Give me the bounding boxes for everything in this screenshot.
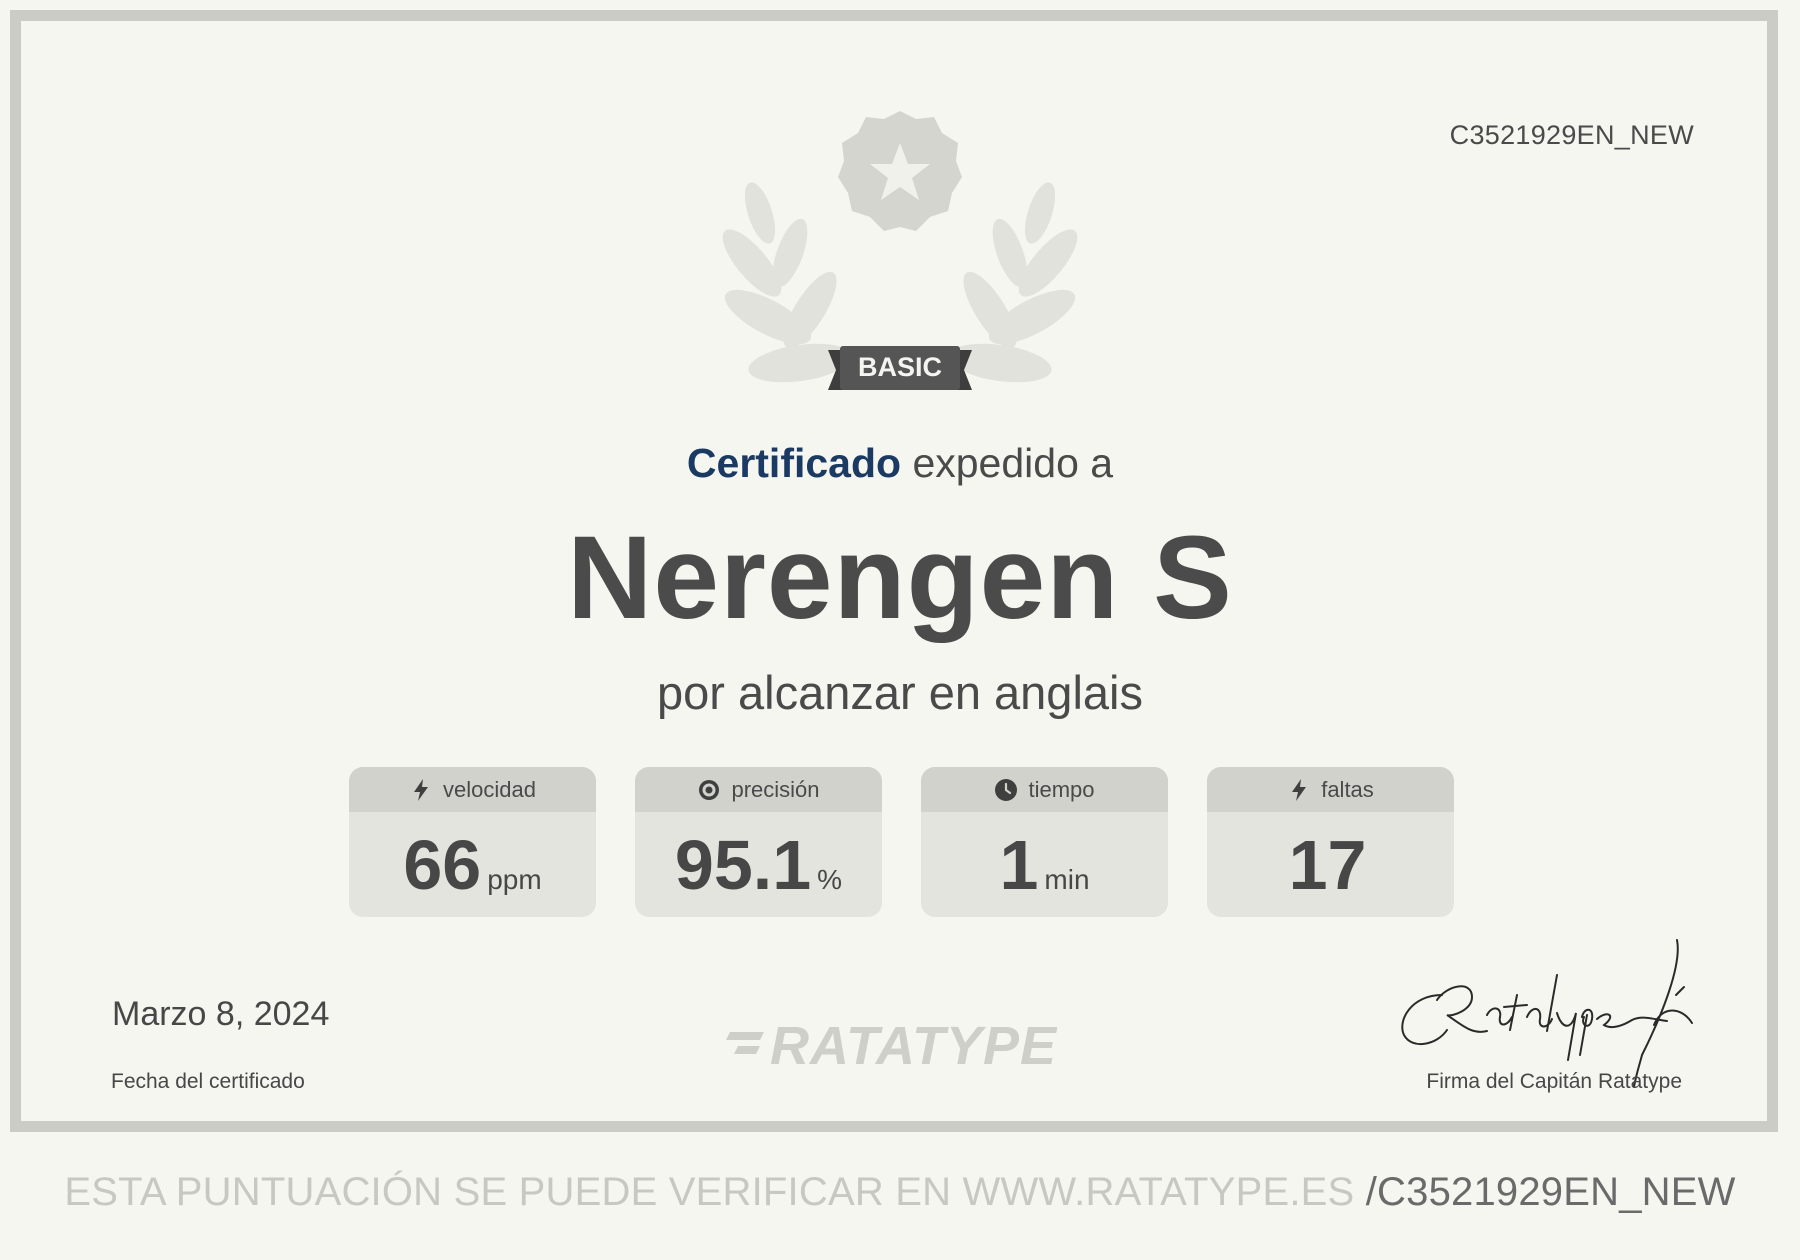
title-strong: Certificado (686, 440, 902, 486)
stat-value: 17 (1288, 826, 1367, 904)
stat-value: 66 (403, 826, 482, 904)
stat-unit: min (1044, 864, 1090, 895)
stat-label: velocidad (443, 776, 536, 802)
stat-unit: % (817, 864, 843, 895)
stat-time: tiempo 1 min (921, 767, 1168, 917)
stat-value: 1 (999, 826, 1039, 904)
title-rest: expedido a (901, 440, 1114, 486)
lightning-icon (1292, 778, 1307, 801)
stat-label: faltas (1321, 776, 1374, 802)
footer-prefix: ESTA PUNTUACIÓN SE PUEDE VERIFICAR EN WW… (64, 1170, 1355, 1214)
verification-footer: ESTA PUNTUACIÓN SE PUEDE VERIFICAR EN WW… (0, 1170, 1800, 1215)
stat-unit: ppm (487, 864, 542, 895)
stat-errors: faltas 17 (1207, 767, 1454, 917)
certificate-id: C3521929EN_NEW (1449, 120, 1694, 150)
logo-text: RATATYPE (770, 1016, 1057, 1076)
achievement-subtitle: por alcanzar en anglais (657, 666, 1143, 719)
signature-label: Firma del Capitán Ratatype (1426, 1070, 1682, 1093)
recipient-name: Nerengen S (567, 512, 1233, 644)
stat-speed: velocidad 66 ppm (349, 767, 596, 917)
stat-label: tiempo (1028, 776, 1095, 802)
level-badge: BASIC (857, 352, 942, 382)
lightning-icon (414, 778, 429, 801)
clock-icon (995, 778, 1018, 801)
certificate-date: Marzo 8, 2024 (112, 995, 330, 1033)
logo-mark-icon (726, 1032, 764, 1054)
target-icon (699, 779, 720, 800)
stat-label: precisión (731, 776, 820, 802)
date-label: Fecha del certificado (111, 1070, 305, 1093)
stat-value: 95.1 (674, 826, 812, 904)
stats-row: velocidad 66 ppm precisión 95.1 % tiempo… (349, 767, 1454, 917)
ratatype-logo: RATATYPE (724, 1015, 1057, 1077)
certificate-title: Certificado expedido a (0, 440, 1800, 487)
footer-code[interactable]: /C3521929EN_NEW (1366, 1170, 1736, 1214)
stat-accuracy: precisión 95.1 % (635, 767, 882, 917)
